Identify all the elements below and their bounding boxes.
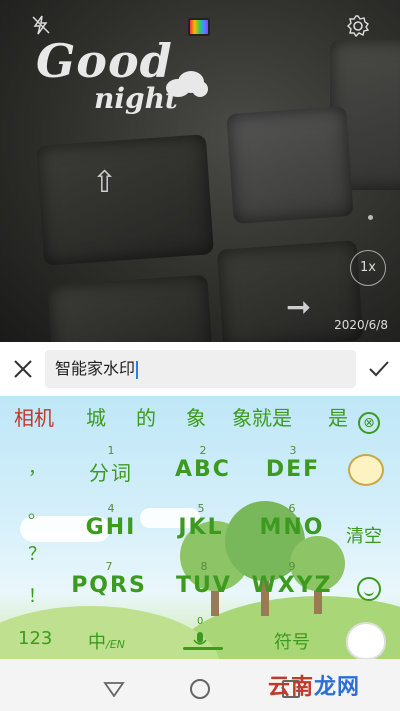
site-watermark-part1: 云南 xyxy=(268,675,315,700)
key-label: TUV xyxy=(176,573,232,598)
right-arrow-icon: ➞ xyxy=(286,290,312,325)
gear-icon[interactable] xyxy=(346,14,370,38)
candidate-item[interactable]: 城 xyxy=(86,402,106,431)
key-label: ABC xyxy=(175,457,231,482)
keyboard-bottom-row: 123 中/EN 0 符号 xyxy=(0,616,400,656)
keyboard-key-photo xyxy=(226,105,354,225)
indicator-dot xyxy=(368,215,373,220)
zoom-button[interactable]: 1x xyxy=(350,250,386,286)
key-number: 9 xyxy=(288,560,296,573)
check-icon[interactable] xyxy=(366,356,392,382)
candidate-item[interactable]: 的 xyxy=(136,402,156,431)
key-number: 4 xyxy=(107,502,115,515)
key-3[interactable]: 3 DEF xyxy=(258,444,328,482)
symbol-comma[interactable]: ， xyxy=(28,454,46,480)
symbol-exclaim[interactable]: ！ xyxy=(28,582,46,608)
site-watermark-part2: 龙网 xyxy=(314,675,361,700)
up-arrow-icon: ⇧ xyxy=(92,165,118,200)
key-label: JKL xyxy=(178,515,224,540)
key-label: MNO xyxy=(259,515,325,540)
lang-en-label: /EN xyxy=(106,638,125,651)
key-8[interactable]: 8 TUV xyxy=(168,560,240,598)
date-stamp: 2020/6/8 xyxy=(334,318,388,332)
key-6[interactable]: 6 MNO xyxy=(254,502,330,540)
key-number: 8 xyxy=(200,560,208,573)
system-nav-bar: 云南龙网 xyxy=(0,659,400,711)
clear-key[interactable]: 清空 xyxy=(346,522,382,548)
back-icon[interactable] xyxy=(103,681,125,697)
key-label: 分词 xyxy=(89,461,133,485)
watermark-text-input[interactable]: 智能家水印 xyxy=(45,350,356,388)
key-label: WXYZ xyxy=(251,573,333,598)
key-number: 3 xyxy=(289,444,297,457)
emoji-icon[interactable] xyxy=(357,577,381,601)
key-label: PQRS xyxy=(71,573,147,598)
delete-key-chick-icon[interactable] xyxy=(348,454,384,486)
ime-keyboard: 相机 城 的 象 象就是 是 ⊗ ， 。 ？ ！ 1 分词 2 ABC 3 DE… xyxy=(0,396,400,659)
watermark-line1: Good xyxy=(36,34,173,88)
space-key[interactable] xyxy=(183,647,223,650)
candidate-item[interactable]: 象 xyxy=(186,402,206,431)
key-1[interactable]: 1 分词 xyxy=(80,444,142,486)
key-number: 6 xyxy=(288,502,296,515)
key-number: 5 xyxy=(197,502,205,515)
filter-icon[interactable] xyxy=(188,18,210,36)
candidate-item[interactable]: 相机 xyxy=(14,402,54,431)
key-number: 1 xyxy=(107,444,115,457)
close-icon[interactable] xyxy=(10,356,36,382)
bunny-decoration xyxy=(346,622,386,659)
space-number: 0 xyxy=(197,616,204,627)
keyboard-key-photo xyxy=(47,274,213,342)
key-label: DEF xyxy=(265,457,321,482)
key-number: 7 xyxy=(105,560,113,573)
key-4[interactable]: 4 GHI xyxy=(76,502,146,540)
symbol-period[interactable]: 。 xyxy=(28,498,46,524)
camera-viewfinder: ⇧ ➞ Good night 1x 2020/6/8 xyxy=(0,0,400,342)
collapse-icon[interactable]: ⊗ xyxy=(358,412,380,434)
text-caret xyxy=(136,360,138,379)
lang-cn-label: 中 xyxy=(88,632,106,653)
language-switch-key[interactable]: 中/EN xyxy=(88,628,125,654)
candidate-item[interactable]: 象就是 xyxy=(232,402,292,431)
home-icon[interactable] xyxy=(190,679,210,699)
goodnight-watermark[interactable]: Good night xyxy=(36,34,216,154)
key-7[interactable]: 7 PQRS xyxy=(66,560,152,598)
key-5[interactable]: 5 JKL xyxy=(166,502,236,540)
flash-off-icon[interactable] xyxy=(30,14,52,36)
key-number: 2 xyxy=(199,444,207,457)
symbol-question[interactable]: ？ xyxy=(28,540,46,566)
cloud-icon xyxy=(166,71,208,97)
symbols-key[interactable]: 符号 xyxy=(274,628,310,654)
key-9[interactable]: 9 WXYZ xyxy=(246,560,338,598)
watermark-text-bar: 智能家水印 xyxy=(0,342,400,396)
candidate-item[interactable]: 是 xyxy=(328,402,348,431)
key-2[interactable]: 2 ABC xyxy=(168,444,238,482)
numbers-key[interactable]: 123 xyxy=(18,628,52,649)
candidate-bar: 相机 城 的 象 象就是 是 ⊗ xyxy=(0,402,400,434)
watermark-text-value: 智能家水印 xyxy=(55,359,136,378)
site-watermark: 云南龙网 xyxy=(268,669,360,701)
key-label: GHI xyxy=(85,515,137,540)
